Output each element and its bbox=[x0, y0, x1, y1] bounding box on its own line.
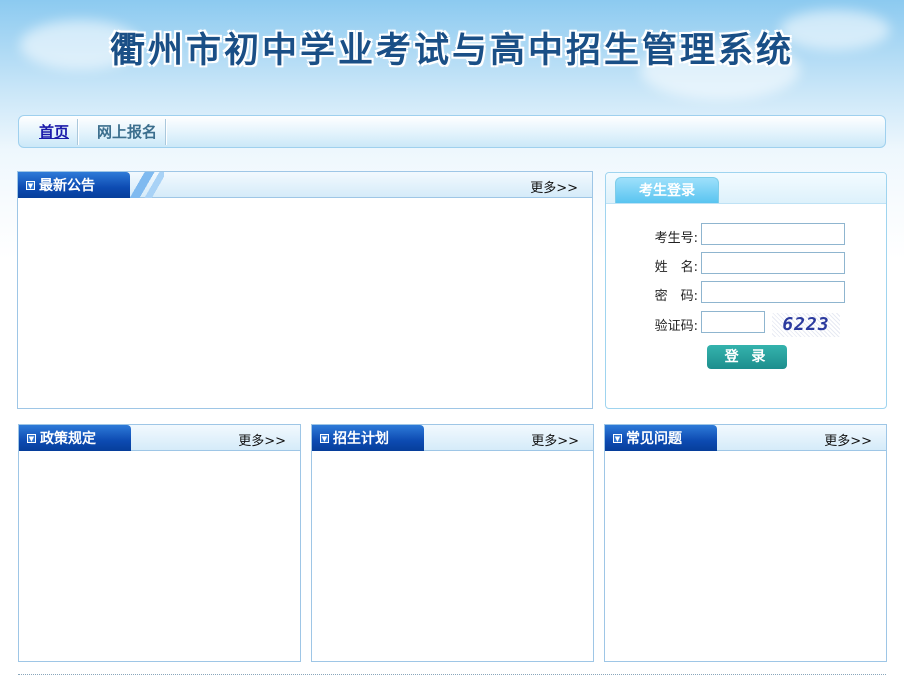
panel-header: ▼ 政策规定 更多>> bbox=[19, 425, 300, 451]
footer-divider bbox=[18, 674, 886, 675]
captcha-row: 验证码: 6223 bbox=[606, 311, 888, 337]
enrollment-plan-panel: ▼ 招生计划 更多>> bbox=[311, 424, 594, 662]
nav-bar: 首页 网上报名 bbox=[18, 115, 886, 148]
faq-panel: ▼ 常见问题 更多>> bbox=[604, 424, 887, 662]
password-input[interactable] bbox=[701, 281, 845, 303]
nav-separator bbox=[165, 118, 168, 145]
more-link[interactable]: 更多>> bbox=[824, 430, 872, 449]
triangle-down-icon: ▼ bbox=[26, 180, 35, 190]
password-label: 密 码: bbox=[654, 289, 698, 304]
login-tab[interactable]: 考生登录 bbox=[615, 177, 719, 203]
page-title: 衢州市初中学业考试与高中招生管理系统 bbox=[109, 31, 794, 71]
panel-tab: ▼ 政策规定 bbox=[19, 425, 131, 451]
decorative-stripe bbox=[130, 172, 164, 198]
panel-title: 政策规定 bbox=[40, 431, 96, 447]
more-link[interactable]: 更多>> bbox=[530, 177, 578, 196]
panel-title: 常见问题 bbox=[626, 431, 682, 447]
nav-item-home[interactable]: 首页 bbox=[31, 119, 77, 145]
panel-tab: ▼ 招生计划 bbox=[312, 425, 424, 451]
login-header: 考生登录 bbox=[606, 173, 886, 204]
password-row: 密 码: bbox=[606, 281, 888, 305]
captcha-label: 验证码: bbox=[654, 319, 698, 334]
more-link[interactable]: 更多>> bbox=[531, 430, 579, 449]
exam-number-label: 考生号: bbox=[654, 231, 698, 246]
name-label: 姓 名: bbox=[654, 260, 698, 275]
more-link[interactable]: 更多>> bbox=[238, 430, 286, 449]
captcha-input[interactable] bbox=[701, 311, 765, 333]
triangle-down-icon: ▼ bbox=[320, 433, 329, 443]
panel-header: ▼ 常见问题 更多>> bbox=[605, 425, 886, 451]
name-row: 姓 名: bbox=[606, 252, 888, 276]
exam-number-input[interactable] bbox=[701, 223, 845, 245]
policy-panel: ▼ 政策规定 更多>> bbox=[18, 424, 301, 662]
exam-number-row: 考生号: bbox=[606, 223, 888, 247]
login-panel: 考生登录 考生号: 姓 名: 密 码: 验证码: 6223 登 录 bbox=[605, 172, 887, 409]
name-input[interactable] bbox=[701, 252, 845, 274]
panel-header: ▼ 招生计划 更多>> bbox=[312, 425, 593, 451]
announcements-panel: ▼ 最新公告 更多>> bbox=[17, 171, 593, 409]
captcha-image[interactable]: 6223 bbox=[772, 313, 840, 337]
panel-title: 最新公告 bbox=[39, 178, 95, 194]
panel-title: 招生计划 bbox=[333, 431, 389, 447]
panel-header: ▼ 最新公告 更多>> bbox=[18, 172, 592, 198]
nav-item-online-registration[interactable]: 网上报名 bbox=[89, 119, 165, 145]
triangle-down-icon: ▼ bbox=[613, 433, 622, 443]
panel-tab: ▼ 常见问题 bbox=[605, 425, 717, 451]
triangle-down-icon: ▼ bbox=[27, 433, 36, 443]
panel-tab: ▼ 最新公告 bbox=[18, 172, 130, 198]
nav-separator bbox=[77, 118, 80, 145]
login-button[interactable]: 登 录 bbox=[707, 345, 787, 369]
